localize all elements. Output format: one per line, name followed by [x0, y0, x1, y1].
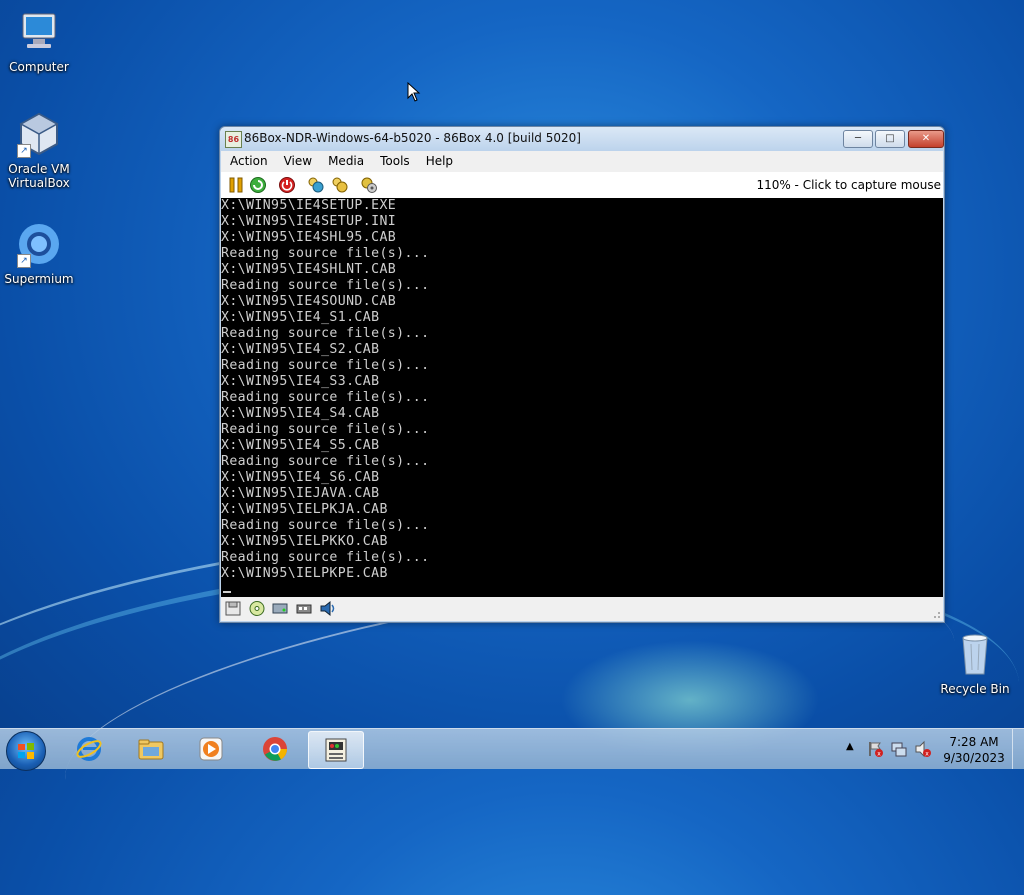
power-icon[interactable]	[278, 176, 296, 194]
toolbar: 110% - Click to capture mouse	[221, 172, 943, 198]
minimize-button[interactable]: ─	[843, 130, 873, 148]
console-line: X:\WIN95\IE4_S3.CAB	[221, 374, 380, 389]
console-line: X:\WIN95\IELPKPE.CAB	[221, 566, 388, 581]
window-title: 86Box-NDR-Windows-64-b5020 - 86Box 4.0 […	[244, 131, 581, 145]
emulated-display[interactable]: X:\WIN95\IE4SETUP.EXE X:\WIN95\IE4SETUP.I…	[221, 198, 943, 597]
floppy-drive-icon[interactable]	[224, 600, 242, 617]
emulator-window[interactable]: 86 86Box-NDR-Windows-64-b5020 - 86Box 4.…	[219, 126, 945, 623]
network-card-icon[interactable]	[295, 600, 313, 617]
show-desktop-button[interactable]	[1012, 729, 1024, 769]
desktop-icon-virtualbox[interactable]: ↗ Oracle VM VirtualBox	[0, 110, 78, 190]
taskbar-file-explorer[interactable]	[124, 731, 178, 767]
console-line: Reading source file(s)...	[221, 358, 430, 373]
console-line: X:\WIN95\IELPKKO.CAB	[221, 534, 388, 549]
desktop-icon-label: Recycle Bin	[940, 682, 1010, 696]
menu-view[interactable]: View	[275, 151, 319, 168]
console-line: Reading source file(s)...	[221, 422, 430, 437]
taskbar-internet-explorer[interactable]	[62, 731, 116, 767]
taskbar-chrome[interactable]	[248, 731, 302, 767]
desktop-icon-label: Computer	[9, 60, 69, 74]
ctrl-alt-del-icon[interactable]	[307, 176, 325, 194]
computer-icon	[15, 8, 63, 56]
console-line: X:\WIN95\IEJAVA.CAB	[221, 486, 380, 501]
desktop-icon-supermium[interactable]: ↗ Supermium	[0, 220, 78, 286]
console-line: X:\WIN95\IELPKJA.CAB	[221, 502, 388, 517]
console-line: X:\WIN95\IE4_S6.CAB	[221, 470, 380, 485]
shortcut-arrow-icon: ↗	[17, 144, 31, 158]
menu-bar: Action View Media Tools Help	[221, 151, 943, 172]
clock-date: 9/30/2023	[943, 751, 1005, 765]
chrome-icon	[263, 737, 288, 761]
menu-media[interactable]: Media	[319, 151, 371, 168]
desktop-icon-computer[interactable]: Computer	[0, 8, 78, 74]
console-line: Reading source file(s)...	[221, 518, 430, 533]
console-line: X:\WIN95\IE4SETUP.EXE	[221, 198, 397, 213]
86box-icon	[325, 738, 347, 762]
resize-grip-icon[interactable]	[931, 609, 941, 619]
show-hidden-icons-button[interactable]: ▲	[846, 741, 854, 752]
start-button[interactable]	[6, 731, 46, 771]
console-line: Reading source file(s)...	[221, 454, 430, 469]
reset-icon[interactable]	[249, 176, 267, 194]
svg-text:x: x	[925, 751, 929, 758]
console-line: X:\WIN95\IE4SHLNT.CAB	[221, 262, 397, 277]
taskbar-media-player[interactable]	[184, 731, 238, 767]
ctrl-alt-esc-icon[interactable]	[331, 176, 349, 194]
console-line: X:\WIN95\IE4_S1.CAB	[221, 310, 380, 325]
console-line: X:\WIN95\IE4SHL95.CAB	[221, 230, 397, 245]
window-titlebar[interactable]: 86 86Box-NDR-Windows-64-b5020 - 86Box 4.…	[220, 127, 944, 151]
text-cursor	[223, 591, 231, 593]
console-line: Reading source file(s)...	[221, 390, 430, 405]
menu-help[interactable]: Help	[417, 151, 460, 168]
menu-action[interactable]: Action	[221, 151, 275, 168]
settings-gear-icon[interactable]	[360, 176, 378, 194]
86box-app-icon: 86	[225, 131, 242, 148]
desktop-icon-label: Supermium	[4, 272, 74, 286]
desktop-icon-label: Oracle VM VirtualBox	[8, 162, 70, 190]
virtualbox-icon: ↗	[15, 110, 63, 158]
folder-icon	[138, 739, 164, 760]
internet-explorer-icon	[76, 737, 102, 761]
volume-muted-icon[interactable]: x	[914, 740, 932, 758]
network-icon[interactable]	[890, 740, 908, 758]
menu-tools[interactable]: Tools	[371, 151, 417, 168]
pause-icon[interactable]	[227, 176, 245, 194]
shortcut-arrow-icon: ↗	[17, 254, 31, 268]
recycle-bin-icon	[951, 630, 999, 678]
clock-time: 7:28 AM	[949, 735, 999, 749]
action-center-flag-icon[interactable]: x	[866, 740, 884, 758]
console-line: X:\WIN95\IE4_S2.CAB	[221, 342, 380, 357]
zoom-capture-status: 110% - Click to capture mouse	[756, 178, 941, 192]
maximize-button[interactable]: □	[875, 130, 905, 148]
taskbar: ▲ x x 7:28 AM 9/30/2023	[0, 728, 1024, 771]
console-line: Reading source file(s)...	[221, 246, 430, 261]
console-line: Reading source file(s)...	[221, 278, 430, 293]
console-line: X:\WIN95\IE4_S5.CAB	[221, 438, 380, 453]
mouse-cursor-icon	[407, 82, 421, 102]
supermium-icon: ↗	[15, 220, 63, 268]
system-clock[interactable]: 7:28 AM 9/30/2023	[941, 734, 1007, 766]
hard-disk-icon[interactable]	[271, 600, 289, 617]
media-player-icon	[199, 737, 223, 761]
console-line: Reading source file(s)...	[221, 326, 430, 341]
console-line: X:\WIN95\IE4SETUP.INI	[221, 214, 397, 229]
console-line: X:\WIN95\IE4SOUND.CAB	[221, 294, 397, 309]
sound-speaker-icon[interactable]	[319, 600, 337, 617]
close-button[interactable]: ✕	[908, 130, 944, 148]
desktop-icon-recycle-bin[interactable]: Recycle Bin	[936, 630, 1014, 696]
cdrom-drive-icon[interactable]	[248, 600, 266, 617]
status-bar	[221, 597, 943, 621]
console-line: X:\WIN95\IE4_S4.CAB	[221, 406, 380, 421]
console-line: Reading source file(s)...	[221, 550, 430, 565]
svg-text:x: x	[877, 751, 881, 758]
taskbar-86box[interactable]	[308, 731, 364, 769]
windows-logo-icon	[18, 743, 34, 759]
